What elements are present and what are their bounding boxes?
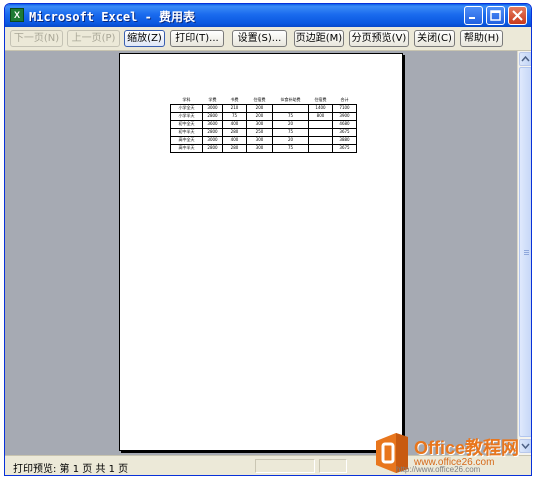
table-cell: 小学半天 <box>170 111 203 121</box>
table-cell: 75 <box>222 111 247 121</box>
table-header-cell: 合计 <box>332 96 357 105</box>
status-text: 打印预览: 第 1 页 共 1 页 <box>13 464 129 475</box>
table-row: 高中全天 3000 400 300 20 3880 <box>170 135 357 145</box>
help-button[interactable]: 帮助(H) <box>460 30 503 47</box>
table-header-cell: 学科 <box>170 96 203 105</box>
table-cell: 300 <box>246 119 273 129</box>
scroll-grip <box>524 250 529 251</box>
table-cell: 20 <box>272 119 309 129</box>
zoom-button[interactable]: 缩放(Z) <box>124 30 165 47</box>
scroll-grip <box>524 252 529 253</box>
table-row: 初中全天 3600 400 300 20 4680 <box>170 119 357 129</box>
table-cell: 300 <box>246 135 273 145</box>
table-cell: 800 <box>308 111 333 121</box>
maximize-button[interactable] <box>486 6 505 25</box>
table-cell: 7100 <box>332 103 357 113</box>
table-cell: 400 <box>222 119 247 129</box>
maximize-icon <box>490 10 501 21</box>
margins-button[interactable]: 页边距(M) <box>294 30 344 47</box>
table-cell: 3600 <box>202 119 223 129</box>
scroll-up-button[interactable] <box>519 52 531 66</box>
status-panel <box>255 459 315 473</box>
setup-button[interactable]: 设置(S)... <box>232 30 287 47</box>
table-row: 初中半天 2800 280 250 75 3675 <box>170 127 357 137</box>
status-panel <box>319 459 347 473</box>
table-header-row: 学科 学费 书费 住宿费 伙食补助费 住宿费 合计 <box>170 96 357 105</box>
scroll-grip <box>524 254 529 255</box>
close-window-button[interactable] <box>508 6 527 25</box>
table-row: 小学全天 3000 210 200 1400 7100 <box>170 103 357 113</box>
arrow-up-icon <box>521 55 530 62</box>
table-cell: 2800 <box>202 127 223 137</box>
table-cell <box>308 143 333 153</box>
table-cell: 初中半天 <box>170 127 203 137</box>
scroll-thumb[interactable] <box>519 67 531 437</box>
table-cell <box>308 119 333 129</box>
table-header-cell: 伙食补助费 <box>272 96 309 105</box>
table-row: 小学半天 2800 75 200 75 800 3900 <box>170 111 357 121</box>
table-cell: 4680 <box>332 119 357 129</box>
table-cell: 400 <box>222 135 247 145</box>
table-cell: 1400 <box>308 103 333 113</box>
close-preview-button[interactable]: 关闭(C) <box>414 30 455 47</box>
table-cell: 210 <box>222 103 247 113</box>
table-cell <box>308 135 333 145</box>
table-cell: 3675 <box>332 143 357 153</box>
table-row: 高中半天 2800 280 300 75 3675 <box>170 143 357 153</box>
minimize-icon <box>469 17 475 19</box>
excel-print-preview-window: X Microsoft Excel - 费用表 下一页(N) 上一页(P) 缩放… <box>4 3 532 476</box>
table-cell: 3880 <box>332 135 357 145</box>
table-cell: 3900 <box>332 111 357 121</box>
table-cell: 2800 <box>202 111 223 121</box>
table-cell: 280 <box>222 127 247 137</box>
minimize-button[interactable] <box>464 6 483 25</box>
table-header-cell: 住宿费 <box>308 96 333 105</box>
table-cell: 280 <box>222 143 247 153</box>
table-header-cell: 学费 <box>202 96 223 105</box>
window-title: Microsoft Excel - 费用表 <box>29 10 196 24</box>
expense-table: 学科 学费 书费 住宿费 伙食补助费 住宿费 合计 小学全天 3000 210 … <box>170 96 357 153</box>
print-preview-toolbar: 下一页(N) 上一页(P) 缩放(Z) 打印(T)... 设置(S)... 页边… <box>5 27 531 51</box>
table-header-cell: 书费 <box>222 96 247 105</box>
table-cell: 20 <box>272 135 309 145</box>
table-cell: 初中全天 <box>170 119 203 129</box>
preview-workspace: 学科 学费 书费 住宿费 伙食补助费 住宿费 合计 小学全天 3000 210 … <box>5 51 517 455</box>
next-page-button[interactable]: 下一页(N) <box>10 30 63 47</box>
previous-page-button[interactable]: 上一页(P) <box>67 30 120 47</box>
table-cell: 高中半天 <box>170 143 203 153</box>
vertical-scrollbar[interactable] <box>517 51 531 455</box>
table-cell <box>272 103 309 113</box>
table-cell: 小学全天 <box>170 103 203 113</box>
page-break-preview-button[interactable]: 分页预览(V) <box>349 30 409 47</box>
table-cell: 200 <box>246 111 273 121</box>
watermark-faint-url: http://www.office26.com <box>396 465 481 474</box>
table-cell: 3000 <box>202 103 223 113</box>
table-cell: 300 <box>246 143 273 153</box>
printed-page[interactable]: 学科 学费 书费 住宿费 伙食补助费 住宿费 合计 小学全天 3000 210 … <box>119 53 403 451</box>
table-cell: 75 <box>272 143 309 153</box>
close-icon <box>512 10 523 21</box>
table-cell: 3675 <box>332 127 357 137</box>
table-header-cell: 住宿费 <box>246 96 273 105</box>
table-cell: 200 <box>246 103 273 113</box>
table-cell: 75 <box>272 111 309 121</box>
table-cell: 250 <box>246 127 273 137</box>
table-cell <box>308 127 333 137</box>
table-cell: 高中全天 <box>170 135 203 145</box>
title-bar[interactable]: X Microsoft Excel - 费用表 <box>5 4 531 27</box>
table-cell: 2800 <box>202 143 223 153</box>
table-cell: 3000 <box>202 135 223 145</box>
excel-app-icon[interactable]: X <box>10 8 24 22</box>
print-button[interactable]: 打印(T)... <box>170 30 224 47</box>
table-cell: 75 <box>272 127 309 137</box>
